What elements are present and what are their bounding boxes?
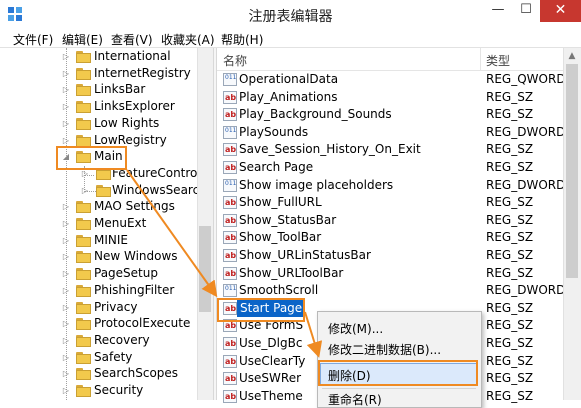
arrow-start-page-to-delete — [304, 311, 323, 358]
annotation-arrows — [126, 169, 323, 358]
arrow-main-to-start-page — [126, 169, 218, 298]
